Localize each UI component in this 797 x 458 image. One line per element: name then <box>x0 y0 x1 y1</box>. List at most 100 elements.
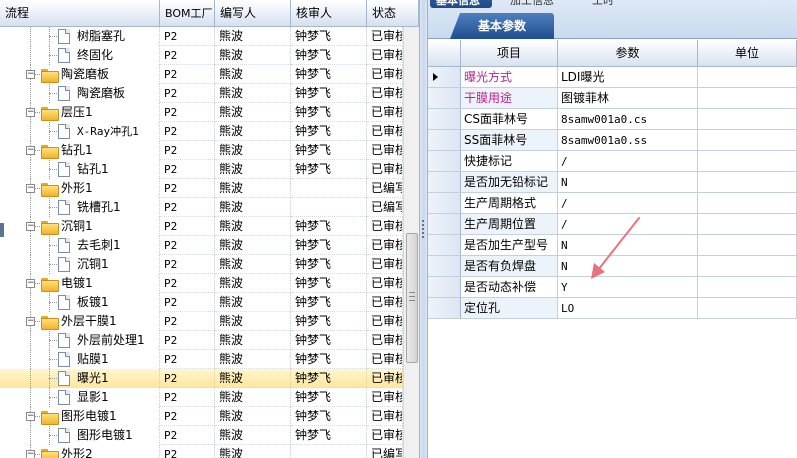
tab-processing-info[interactable]: 加工信息 <box>504 0 574 8</box>
tree-row[interactable]: 铣槽孔1 P2熊波 已编写 <box>0 198 403 217</box>
parameter-value-cell[interactable]: / <box>558 193 698 214</box>
tree-row[interactable]: − 外形1 P2熊波 已编写 <box>0 179 403 198</box>
parameter-value-cell[interactable]: 8samw001a0.ss <box>558 130 698 151</box>
status-cell: 已审核 <box>367 84 403 103</box>
tab-work-hours[interactable]: 工时 <box>586 0 626 8</box>
tree-row[interactable]: − 外层干膜1 P2熊波钟梦飞已审核 <box>0 312 403 331</box>
collapse-toggle-icon[interactable]: − <box>26 412 35 421</box>
parameter-unit-cell[interactable] <box>698 109 797 130</box>
column-header-unit[interactable]: 单位 <box>698 40 797 67</box>
tree-row[interactable]: − 层压1 P2熊波钟梦飞已审核 <box>0 103 403 122</box>
parameter-value-cell[interactable]: N <box>558 172 698 193</box>
row-indicator[interactable] <box>428 193 461 214</box>
parameter-row[interactable]: 曝光方式 LDI曝光 <box>428 67 797 88</box>
panel-splitter[interactable] <box>419 0 428 458</box>
document-icon <box>58 238 70 253</box>
parameter-unit-cell[interactable] <box>698 193 797 214</box>
tree-row[interactable]: − 电镀1 P2熊波钟梦飞已审核 <box>0 274 403 293</box>
parameter-value-cell[interactable]: 8samw001a0.cs <box>558 109 698 130</box>
parameter-value-cell[interactable]: LO <box>558 298 698 319</box>
row-indicator[interactable] <box>428 235 461 256</box>
collapse-toggle-icon[interactable]: − <box>26 108 35 117</box>
bom-factory-cell: P2 <box>160 27 215 46</box>
parameter-row[interactable]: 生产周期格式 / <box>428 193 797 214</box>
tree-row[interactable]: 板镀1 P2熊波钟梦飞已审核 <box>0 293 403 312</box>
parameter-value-cell[interactable]: LDI曝光 <box>558 67 698 88</box>
parameter-value-cell[interactable]: N <box>558 256 698 277</box>
tree-row[interactable]: 陶瓷磨板 P2熊波钟梦飞已审核 <box>0 84 403 103</box>
collapse-toggle-icon[interactable]: − <box>26 279 35 288</box>
collapse-toggle-icon[interactable]: − <box>26 146 35 155</box>
tree-row[interactable]: − 图形电镀1 P2熊波钟梦飞已审核 <box>0 407 403 426</box>
row-indicator[interactable] <box>428 130 461 151</box>
parameter-unit-cell[interactable] <box>698 277 797 298</box>
tree-row[interactable]: − 沉铜1 P2熊波钟梦飞已审核 <box>0 217 403 236</box>
column-header-writer[interactable]: 编写人 <box>215 0 291 27</box>
parameter-row[interactable]: 定位孔 LO <box>428 298 797 319</box>
tree-row-selected[interactable]: 曝光1 P2熊波钟梦飞已审核 <box>0 369 403 388</box>
collapse-toggle-icon[interactable]: − <box>26 450 35 458</box>
parameter-value-cell[interactable]: N <box>558 235 698 256</box>
vertical-scrollbar[interactable] <box>403 27 419 458</box>
parameter-unit-cell[interactable] <box>698 214 797 235</box>
column-header-process[interactable]: 流程 <box>0 0 160 27</box>
row-indicator[interactable] <box>428 67 461 88</box>
parameter-row[interactable]: 干膜用途 图镀菲林 <box>428 88 797 109</box>
row-indicator[interactable] <box>428 88 461 109</box>
collapse-toggle-icon[interactable]: − <box>26 70 35 79</box>
row-indicator[interactable] <box>428 214 461 235</box>
column-header-value[interactable]: 参数 <box>558 40 698 67</box>
parameter-unit-cell[interactable] <box>698 67 797 88</box>
tree-row[interactable]: 图形电镀1 P2熊波钟梦飞已审核 <box>0 426 403 445</box>
column-header-reviewer[interactable]: 核审人 <box>291 0 367 27</box>
collapse-toggle-icon[interactable]: − <box>26 317 35 326</box>
row-indicator[interactable] <box>428 172 461 193</box>
parameter-value-cell[interactable]: 图镀菲林 <box>558 88 698 109</box>
tree-row[interactable]: 去毛刺1 P2熊波钟梦飞已审核 <box>0 236 403 255</box>
parameter-row[interactable]: 生产周期位置 / <box>428 214 797 235</box>
tree-row[interactable]: 贴膜1 P2熊波钟梦飞已审核 <box>0 350 403 369</box>
parameter-row[interactable]: 是否有负焊盘 N <box>428 256 797 277</box>
tree-row[interactable]: 外层前处理1 P2熊波钟梦飞已审核 <box>0 331 403 350</box>
parameter-unit-cell[interactable] <box>698 130 797 151</box>
scrollbar-thumb[interactable] <box>406 233 418 363</box>
tree-row[interactable]: 显影1 P2熊波钟梦飞已审核 <box>0 388 403 407</box>
tab-basic-info[interactable]: 基本信息 <box>430 0 492 8</box>
parameter-value-cell[interactable]: / <box>558 151 698 172</box>
tree-row[interactable]: 树脂塞孔 P2熊波钟梦飞已审核 <box>0 27 403 46</box>
tree-row[interactable]: − 陶瓷磨板 P2熊波钟梦飞已审核 <box>0 65 403 84</box>
parameter-unit-cell[interactable] <box>698 256 797 277</box>
parameter-row[interactable]: 是否加生产型号 N <box>428 235 797 256</box>
tree-row[interactable]: 沉铜1 P2熊波钟梦飞已审核 <box>0 255 403 274</box>
parameter-row[interactable]: 是否动态补偿 Y <box>428 277 797 298</box>
column-header-item[interactable]: 项目 <box>461 40 558 67</box>
parameter-unit-cell[interactable] <box>698 151 797 172</box>
row-indicator[interactable] <box>428 256 461 277</box>
row-indicator[interactable] <box>428 109 461 130</box>
collapse-toggle-icon[interactable]: − <box>26 184 35 193</box>
column-header-status[interactable]: 状态 <box>367 0 419 27</box>
parameter-unit-cell[interactable] <box>698 88 797 109</box>
tab-basic-params[interactable]: 基本参数 <box>450 13 554 39</box>
tree-row[interactable]: − 外形2 P2熊波 已编写 <box>0 445 403 458</box>
row-indicator[interactable] <box>428 151 461 172</box>
parameter-value-cell[interactable]: / <box>558 214 698 235</box>
tree-row[interactable]: − 钻孔1 P2熊波钟梦飞已审核 <box>0 141 403 160</box>
tree-row[interactable]: 终固化 P2熊波钟梦飞已审核 <box>0 46 403 65</box>
document-icon <box>58 295 70 310</box>
collapse-toggle-icon[interactable]: − <box>26 222 35 231</box>
tree-row[interactable]: 钻孔1 P2熊波钟梦飞已审核 <box>0 160 403 179</box>
parameter-row[interactable]: SS面菲林号 8samw001a0.ss <box>428 130 797 151</box>
parameter-row[interactable]: 是否加无铅标记 N <box>428 172 797 193</box>
collapse-left-handle[interactable] <box>0 223 4 237</box>
parameter-unit-cell[interactable] <box>698 235 797 256</box>
tree-row[interactable]: X-Ray冲孔1 P2熊波钟梦飞已审核 <box>0 122 403 141</box>
parameter-unit-cell[interactable] <box>698 172 797 193</box>
column-header-bom-factory[interactable]: BOM工厂 <box>160 0 215 27</box>
parameter-row[interactable]: 快捷标记 / <box>428 151 797 172</box>
parameter-row[interactable]: CS面菲林号 8samw001a0.cs <box>428 109 797 130</box>
row-indicator[interactable] <box>428 277 461 298</box>
parameter-unit-cell[interactable] <box>698 298 797 319</box>
parameter-value-cell[interactable]: Y <box>558 277 698 298</box>
row-indicator[interactable] <box>428 298 461 319</box>
